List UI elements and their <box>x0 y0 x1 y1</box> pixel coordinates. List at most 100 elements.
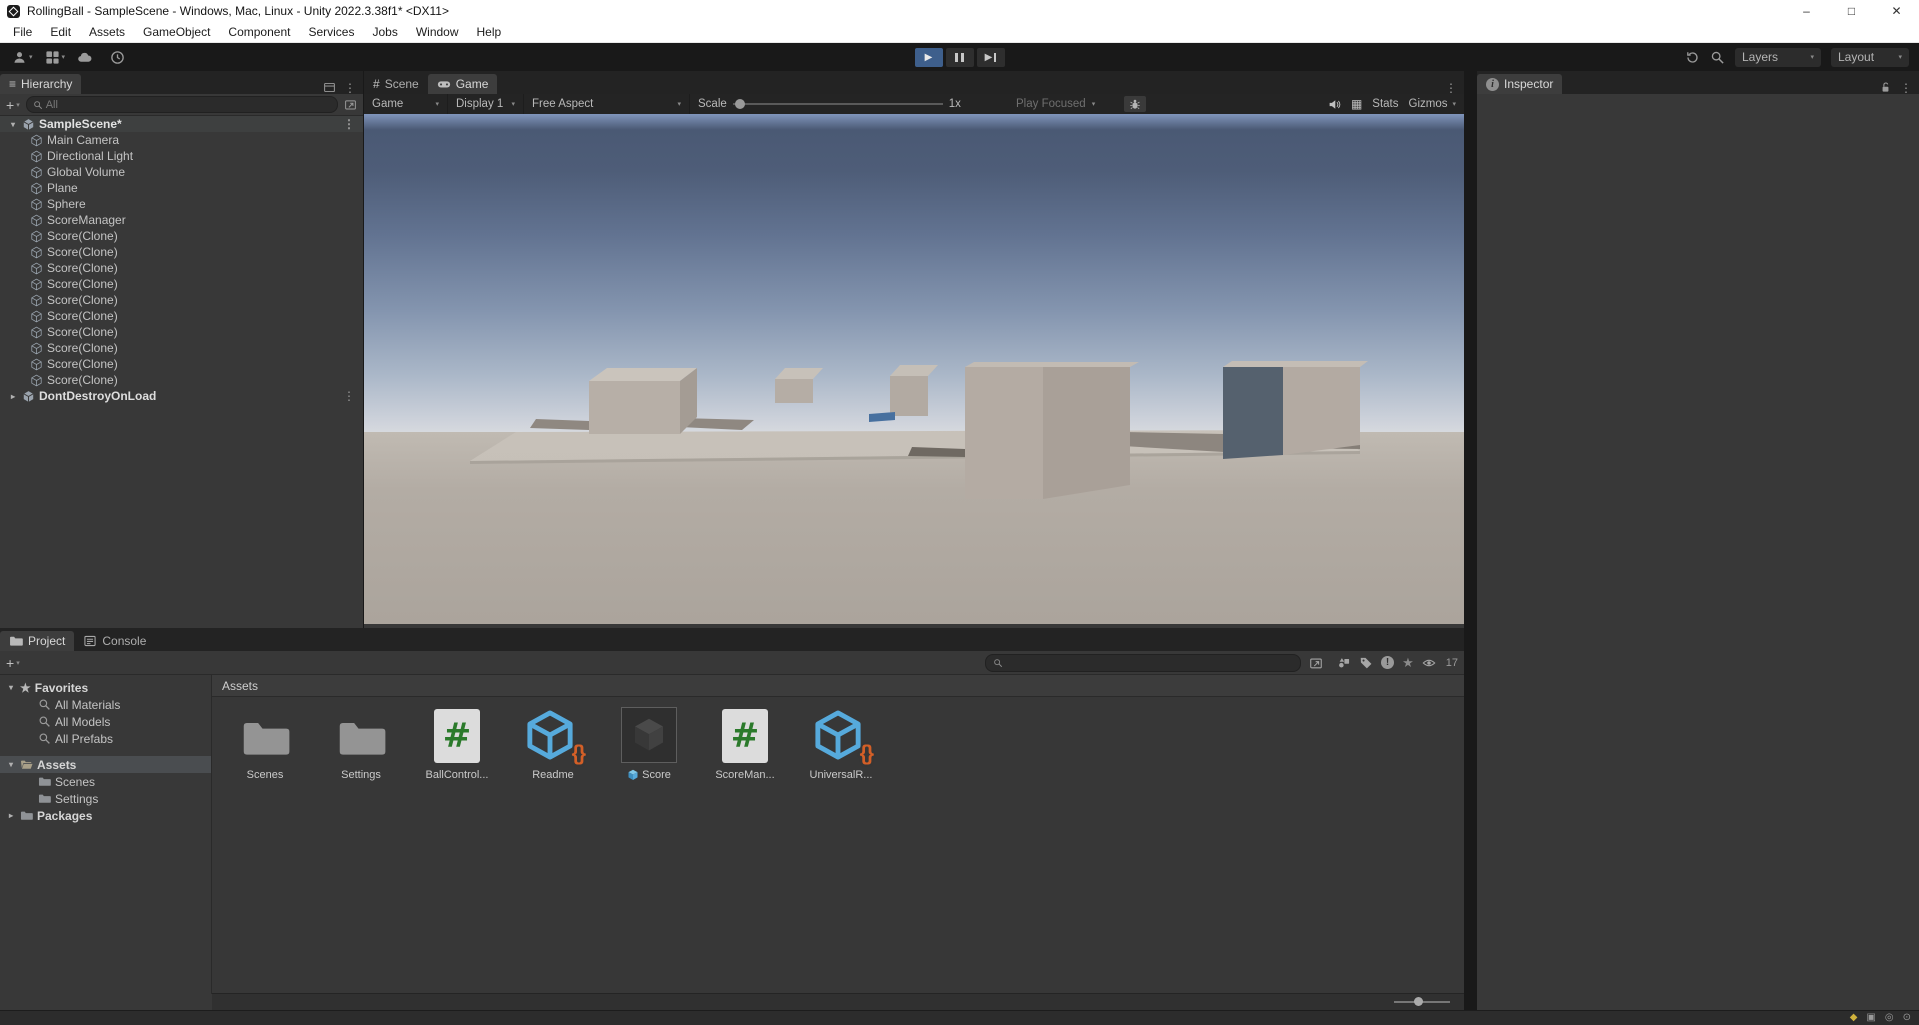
hierarchy-item[interactable]: Score(Clone) <box>0 372 363 388</box>
hierarchy-item[interactable]: Score(Clone) <box>0 244 363 260</box>
hierarchy-search-input[interactable]: All <box>25 96 338 113</box>
project-tree-item-all-models[interactable]: All Models <box>0 713 211 730</box>
layers-dropdown[interactable]: Layers ▾ <box>1735 47 1821 67</box>
search-button[interactable] <box>1710 50 1725 65</box>
tab-inspector[interactable]: i Inspector <box>1477 74 1563 94</box>
kebab-menu-icon[interactable]: ⋮ <box>1900 82 1912 94</box>
hierarchy-item[interactable]: Score(Clone) <box>0 292 363 308</box>
expander-icon[interactable]: ▸ <box>8 392 18 401</box>
hierarchy-item[interactable]: ScoreManager <box>0 212 363 228</box>
menu-jobs[interactable]: Jobs <box>363 22 406 42</box>
hierarchy-item[interactable]: Score(Clone) <box>0 340 363 356</box>
process-status-icon[interactable]: ◎ <box>1885 1013 1894 1023</box>
open-search-window-icon[interactable] <box>1309 656 1323 670</box>
hierarchy-dontdestroy-row[interactable]: ▸ DontDestroyOnLoad ⋮ <box>0 388 363 404</box>
maximize-button[interactable]: □ <box>1829 0 1874 22</box>
favorites-star-icon[interactable]: ★ <box>1402 655 1414 671</box>
asset-item[interactable]: {} UniversalR... <box>804 707 878 781</box>
menu-services[interactable]: Services <box>299 22 363 42</box>
debug-button[interactable] <box>1124 96 1146 112</box>
game-mode-dropdown[interactable]: Game ▾ <box>364 94 448 114</box>
kebab-menu-icon[interactable]: ⋮ <box>1445 82 1457 94</box>
menu-component[interactable]: Component <box>219 22 299 42</box>
play-focused-dropdown[interactable]: Play Focused ▾ <box>1016 98 1095 110</box>
expander-icon[interactable]: ▸ <box>6 811 16 820</box>
asset-item[interactable]: Score <box>612 707 686 781</box>
activity-status-icon[interactable]: ⊙ <box>1903 1013 1911 1023</box>
expander-icon[interactable]: ▾ <box>6 683 16 692</box>
layout-dropdown[interactable]: Layout ▾ <box>1831 47 1909 67</box>
menu-assets[interactable]: Assets <box>80 22 134 42</box>
expander-icon[interactable]: ▾ <box>6 760 16 769</box>
kebab-menu-icon[interactable]: ⋮ <box>343 118 355 130</box>
scale-slider[interactable] <box>732 99 943 109</box>
project-tree-item-assets[interactable]: ▾ Assets <box>0 756 211 773</box>
aspect-dropdown[interactable]: Free Aspect ▾ <box>524 94 690 114</box>
scale-slider-knob[interactable] <box>734 99 745 109</box>
tab-scene[interactable]: # Scene <box>364 74 428 94</box>
project-tree-item-favorites[interactable]: ▾ ★ Favorites <box>0 679 211 696</box>
cloud-button[interactable] <box>77 50 92 65</box>
lock-open-icon[interactable] <box>1879 81 1892 94</box>
project-tree-item-scenes[interactable]: Scenes <box>0 773 211 790</box>
menu-file[interactable]: File <box>4 22 41 42</box>
hierarchy-item[interactable]: Score(Clone) <box>0 228 363 244</box>
menu-edit[interactable]: Edit <box>41 22 80 42</box>
close-button[interactable]: ✕ <box>1874 0 1919 22</box>
tab-console[interactable]: Console <box>74 631 155 651</box>
asset-item[interactable]: # ScoreMan... <box>708 707 782 781</box>
menu-help[interactable]: Help <box>468 22 511 42</box>
minimize-button[interactable]: – <box>1784 0 1829 22</box>
display-dropdown[interactable]: Display 1 ▾ <box>448 94 524 114</box>
cache-status-icon[interactable]: ▣ <box>1866 1013 1875 1023</box>
visibility-eye-icon[interactable] <box>1422 656 1436 670</box>
thumbnail-size-knob[interactable] <box>1414 997 1423 1006</box>
menu-gameobject[interactable]: GameObject <box>134 22 219 42</box>
hierarchy-item[interactable]: Score(Clone) <box>0 260 363 276</box>
hierarchy-item[interactable]: Score(Clone) <box>0 308 363 324</box>
project-tree-item-all-prefabs[interactable]: All Prefabs <box>0 730 211 747</box>
audio-mute-icon[interactable] <box>1328 98 1341 111</box>
label-tag-icon[interactable] <box>1359 656 1373 670</box>
hierarchy-item[interactable]: Score(Clone) <box>0 276 363 292</box>
pause-button[interactable] <box>945 47 974 67</box>
hierarchy-item[interactable]: Main Camera <box>0 132 363 148</box>
asset-item[interactable]: Scenes <box>228 707 302 781</box>
collab-status-icon[interactable]: ◆ <box>1850 1013 1858 1023</box>
asset-item[interactable]: Settings <box>324 707 398 781</box>
project-tree-item-all-materials[interactable]: All Materials <box>0 696 211 713</box>
hierarchy-scene-row[interactable]: ▾ SampleScene* ⋮ <box>0 116 363 132</box>
dock-icon[interactable] <box>323 81 336 94</box>
step-button[interactable]: ▶ <box>976 47 1005 67</box>
hierarchy-item[interactable]: Sphere <box>0 196 363 212</box>
play-button[interactable]: ▶ <box>914 47 943 67</box>
vsync-grid-icon[interactable]: ▦ <box>1351 97 1362 111</box>
asset-store-icon[interactable] <box>1337 656 1351 670</box>
hierarchy-item[interactable]: Score(Clone) <box>0 324 363 340</box>
stats-button[interactable]: Stats <box>1372 98 1398 110</box>
tab-game[interactable]: Game <box>427 74 498 94</box>
services-button[interactable]: ▾ <box>45 50 65 65</box>
undo-history-button[interactable] <box>1685 50 1700 65</box>
hierarchy-item[interactable]: Plane <box>0 180 363 196</box>
menu-window[interactable]: Window <box>407 22 468 42</box>
activity-button[interactable] <box>110 50 125 65</box>
hierarchy-item[interactable]: Score(Clone) <box>0 356 363 372</box>
account-button[interactable]: ▾ <box>12 50 33 65</box>
tab-hierarchy[interactable]: ≡ Hierarchy <box>0 74 82 94</box>
hierarchy-item[interactable]: Directional Light <box>0 148 363 164</box>
search-by-type-icon[interactable] <box>344 98 357 111</box>
expander-icon[interactable]: ▾ <box>8 120 18 129</box>
game-viewport[interactable] <box>364 114 1464 624</box>
asset-item[interactable]: # BallControl... <box>420 707 494 781</box>
create-asset-button[interactable]: + ▾ <box>6 655 20 671</box>
project-tree-item-settings[interactable]: Settings <box>0 790 211 807</box>
hierarchy-item[interactable]: Global Volume <box>0 164 363 180</box>
project-tree-item-packages[interactable]: ▸ Packages <box>0 807 211 824</box>
tab-project[interactable]: Project <box>0 631 75 651</box>
thumbnail-size-slider[interactable] <box>1394 997 1450 1006</box>
project-search-input[interactable] <box>985 653 1302 672</box>
gizmos-dropdown[interactable]: Gizmos ▾ <box>1409 98 1457 110</box>
warning-filter-icon[interactable]: ! <box>1381 656 1395 669</box>
asset-item[interactable]: {} Readme <box>516 707 590 781</box>
